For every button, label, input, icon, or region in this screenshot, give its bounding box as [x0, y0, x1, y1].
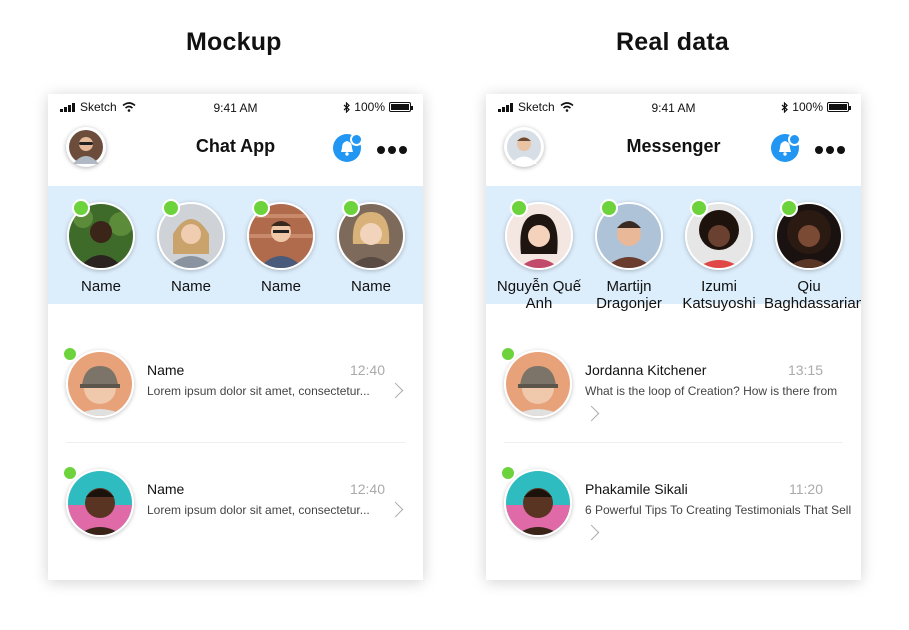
chevron-right-icon [387, 501, 404, 518]
chat-name: Name [147, 481, 185, 497]
story-item[interactable]: Name [326, 199, 416, 295]
chat-item[interactable]: Jordanna Kitchener 13:15 What is the loo… [500, 346, 843, 450]
online-indicator [500, 465, 516, 481]
online-indicator [690, 199, 708, 217]
chat-avatar [66, 469, 134, 537]
chat-time: 12:40 [349, 362, 385, 378]
story-name: Nguyễn Quế Anh [496, 278, 582, 312]
chat-name: Phakamile Sikali [585, 481, 688, 497]
story-item[interactable]: Martijn Dragonjer [584, 199, 674, 312]
battery-icon [827, 102, 851, 112]
story-name: Name [260, 278, 301, 295]
battery-icon [389, 102, 413, 112]
story-item[interactable]: Name [56, 199, 146, 295]
chat-message: Lorem ipsum dolor sit amet, consectetur.… [147, 503, 370, 517]
stories-bar: Name Name Name Name [48, 186, 423, 304]
story-name: Name [350, 278, 391, 295]
chat-avatar [504, 469, 572, 537]
chat-item[interactable]: Name 12:40 Lorem ipsum dolor sit amet, c… [62, 465, 405, 569]
chat-time: 13:15 [787, 362, 823, 378]
chat-message: Lorem ipsum dolor sit amet, consectetur.… [147, 384, 370, 398]
online-indicator [62, 346, 78, 362]
chat-avatar [504, 350, 572, 418]
online-indicator [252, 199, 270, 217]
chat-message: 6 Powerful Tips To Creating Testimonials… [585, 503, 852, 517]
divider [504, 442, 843, 443]
online-indicator [62, 465, 78, 481]
phone-mockup: Sketch 9:41 AM 100% Chat App Name Name N… [48, 94, 423, 580]
battery-percent: 100% [354, 100, 385, 114]
chat-item[interactable]: Name 12:40 Lorem ipsum dolor sit amet, c… [62, 346, 405, 450]
story-name: Martijn Dragonjer [596, 278, 662, 312]
story-item[interactable]: Name [146, 199, 236, 295]
chat-name: Name [147, 362, 185, 378]
status-bar: Sketch 9:41 AM 100% [486, 94, 861, 120]
chevron-right-icon [583, 405, 600, 422]
chat-time: 12:40 [349, 481, 385, 497]
story-item[interactable]: Nguyễn Quế Anh [494, 199, 584, 312]
notification-badge [350, 133, 363, 146]
online-indicator [72, 199, 90, 217]
chat-name: Jordanna Kitchener [585, 362, 707, 378]
story-name: Name [80, 278, 121, 295]
story-name: Izumi Katsuyoshi [682, 278, 756, 312]
battery-percent: 100% [792, 100, 823, 114]
app-header: Messenger [486, 124, 861, 180]
story-item[interactable]: Qiu Baghdassarian [764, 199, 861, 312]
online-indicator [162, 199, 180, 217]
divider [66, 442, 405, 443]
online-indicator [510, 199, 528, 217]
online-indicator [342, 199, 360, 217]
more-options-button[interactable] [377, 146, 407, 154]
online-indicator [780, 199, 798, 217]
status-bar: Sketch 9:41 AM 100% [48, 94, 423, 120]
bluetooth-icon [781, 101, 789, 113]
chevron-right-icon [387, 382, 404, 399]
stories-bar: Nguyễn Quế Anh Martijn Dragonjer Izumi K… [486, 186, 861, 312]
online-indicator [500, 346, 516, 362]
more-options-button[interactable] [815, 146, 845, 154]
bluetooth-icon [343, 101, 351, 113]
chat-time: 11:20 [789, 481, 823, 497]
story-item[interactable]: Izumi Katsuyoshi [674, 199, 764, 312]
mockup-heading: Mockup [186, 28, 282, 56]
chevron-right-icon [583, 524, 600, 541]
story-item[interactable]: Name [236, 199, 326, 295]
app-title: Messenger [626, 136, 721, 156]
notifications-button[interactable] [771, 133, 801, 162]
app-title: Chat App [195, 136, 276, 156]
chat-message: What is the loop of Creation? How is the… [585, 384, 838, 398]
story-name: Name [170, 278, 211, 295]
real-data-heading: Real data [616, 28, 729, 56]
chat-item[interactable]: Phakamile Sikali 11:20 6 Powerful Tips T… [500, 465, 851, 569]
app-header: Chat App [48, 124, 423, 180]
notification-badge [788, 133, 801, 146]
story-name: Qiu Baghdassarian [764, 278, 861, 312]
online-indicator [600, 199, 618, 217]
chat-avatar [66, 350, 134, 418]
phone-real-data: Sketch 9:41 AM 100% Messenger Nguyễn Quế… [486, 94, 861, 580]
notifications-button[interactable] [333, 133, 363, 162]
